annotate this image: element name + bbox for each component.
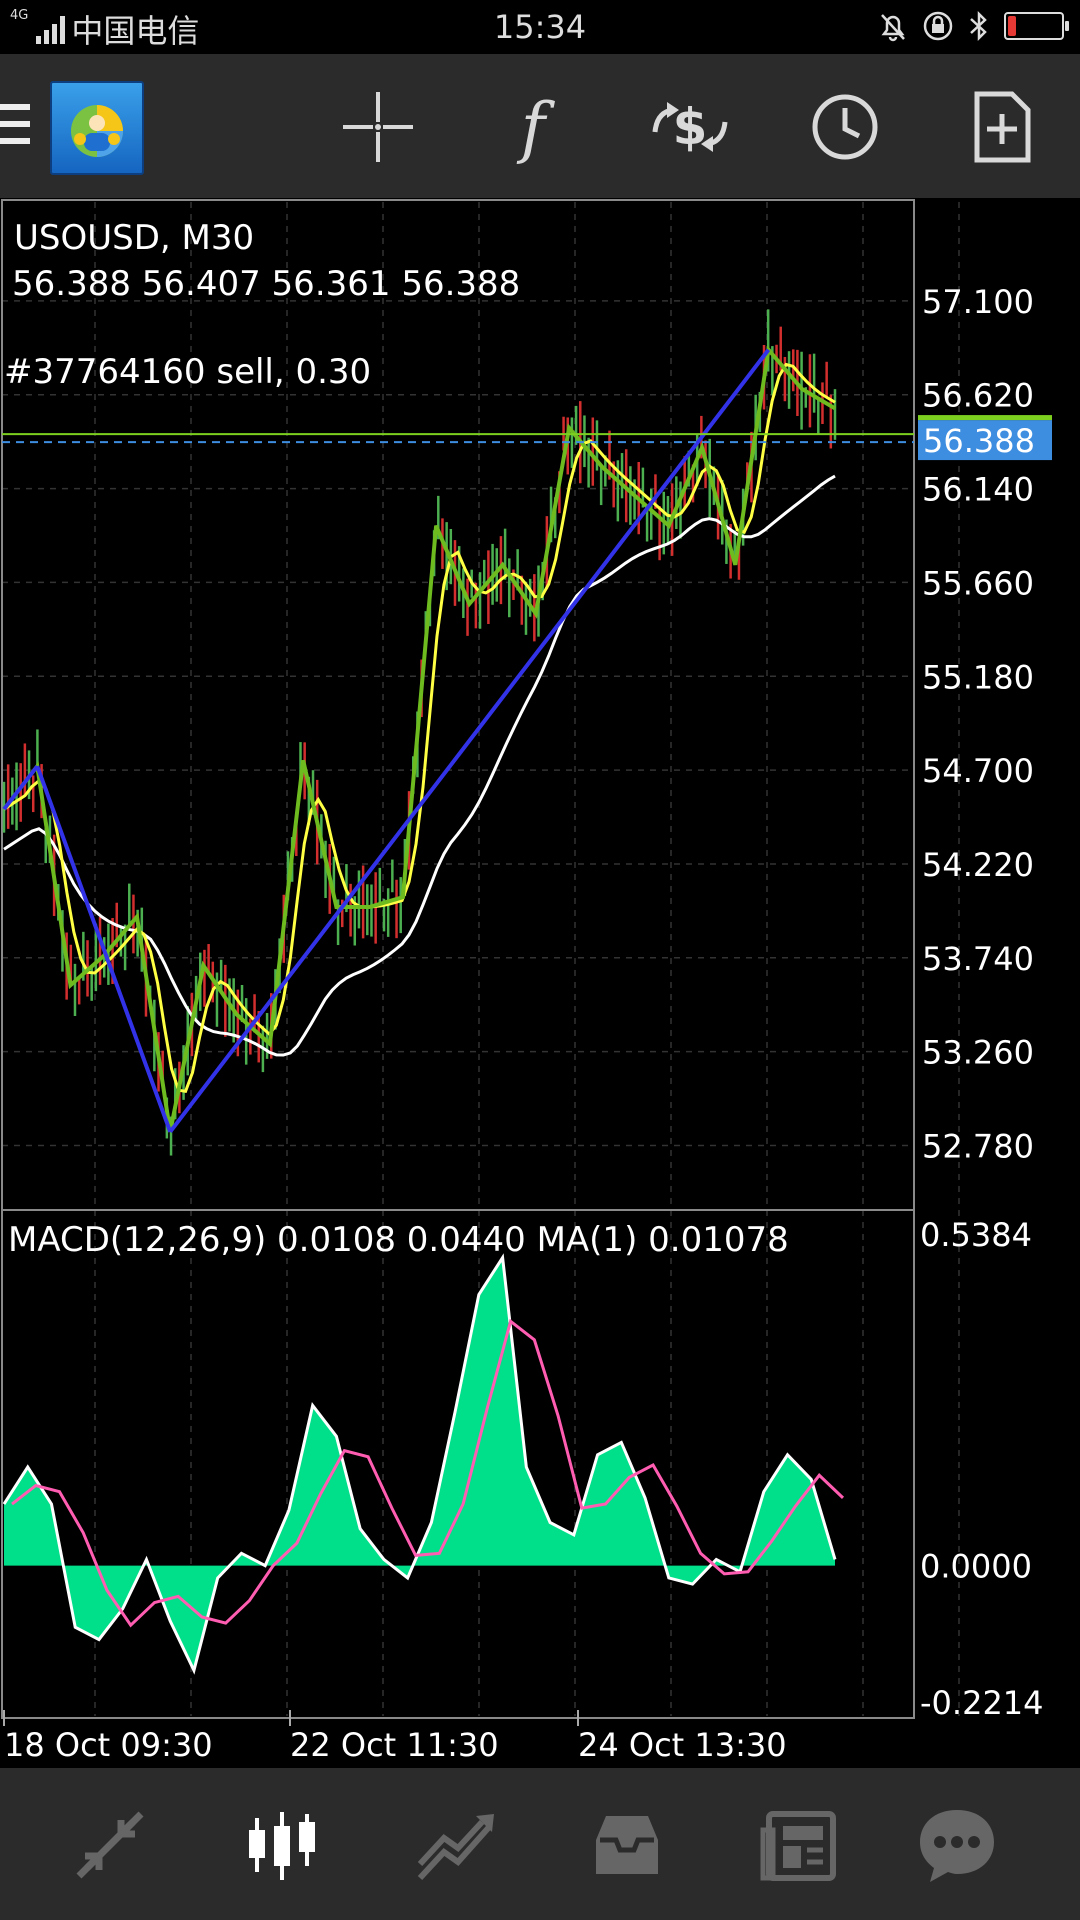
mute-bell-icon — [881, 14, 905, 42]
price-tick-label: 54.700 — [922, 752, 1034, 790]
time-tick-label: 22 Oct 11:30 — [290, 1726, 499, 1764]
bottom-navigation — [0, 1768, 1080, 1920]
macd-tick-label: -0.2214 — [920, 1684, 1044, 1722]
macd-histogram — [4, 1257, 835, 1671]
status-bar: 4G 中国电信 15:34 — [0, 0, 1080, 54]
crosshair-icon[interactable] — [333, 82, 423, 172]
trade-nav-icon[interactable] — [410, 1800, 500, 1890]
chat-icon[interactable] — [912, 1800, 1002, 1890]
trendline-3 — [168, 348, 771, 1134]
quotes-icon[interactable] — [65, 1800, 155, 1890]
new-document-icon[interactable] — [956, 82, 1046, 172]
current-price-badge-top — [918, 415, 1052, 421]
app-logo[interactable] — [50, 81, 144, 175]
battery-icon — [1004, 12, 1069, 40]
macd-tick-label: 0.0000 — [920, 1548, 1032, 1586]
indicators-icon[interactable]: f — [488, 82, 578, 172]
macd-label: MACD(12,26,9) 0.0108 0.0440 MA(1) 0.0107… — [8, 1220, 789, 1260]
price-tick-label: 56.620 — [922, 377, 1034, 415]
ma-slow-line — [3, 474, 836, 1057]
top-toolbar: f $ — [0, 54, 1080, 198]
bluetooth-icon — [970, 10, 987, 42]
price-tick-label: 57.100 — [922, 283, 1034, 321]
macd-outline — [2, 1253, 837, 1675]
news-icon[interactable] — [755, 1800, 845, 1890]
menu-icon[interactable] — [0, 104, 30, 148]
price-tick-label: 56.140 — [922, 471, 1034, 509]
price-tick-label: 52.780 — [922, 1127, 1034, 1165]
ohlc-values: 56.388 56.407 56.361 56.388 — [12, 264, 521, 304]
time-tick-label: 18 Oct 09:30 — [4, 1726, 213, 1764]
history-icon[interactable] — [582, 1800, 672, 1890]
rotation-lock-icon — [923, 11, 953, 41]
macd-axis: 0.5384 0.0000 -0.2214 — [920, 1216, 1044, 1722]
timeframe-icon[interactable] — [800, 82, 890, 172]
price-tick-label: 53.740 — [922, 940, 1034, 978]
price-tick-label: 55.180 — [922, 658, 1034, 696]
current-price-value: 56.388 — [923, 422, 1035, 460]
metatrader-logo-icon — [71, 105, 123, 157]
svg-text:$: $ — [673, 98, 708, 156]
trade-icon[interactable]: $ — [645, 82, 735, 172]
chart-icon[interactable] — [237, 1800, 327, 1890]
chart-area[interactable]: 57.100 56.620 56.140 55.660 55.180 54.700 54.2… — [0, 198, 1080, 1768]
macd-tick-label: 0.5384 — [920, 1216, 1032, 1254]
svg-text:f: f — [516, 89, 556, 166]
chart-canvas[interactable]: 57.100 56.620 56.140 55.660 55.180 54.700 54.2… — [0, 198, 1080, 1768]
status-right — [878, 10, 1069, 42]
price-tick-label: 53.260 — [922, 1034, 1034, 1072]
price-tick-label: 55.660 — [922, 564, 1034, 602]
order-label[interactable]: #37764160 sell, 0.30 — [4, 352, 371, 392]
symbol-label: USOUSD, M30 — [14, 218, 255, 258]
price-tick-label: 54.220 — [922, 846, 1034, 884]
time-tick-label: 24 Oct 13:30 — [578, 1726, 787, 1764]
